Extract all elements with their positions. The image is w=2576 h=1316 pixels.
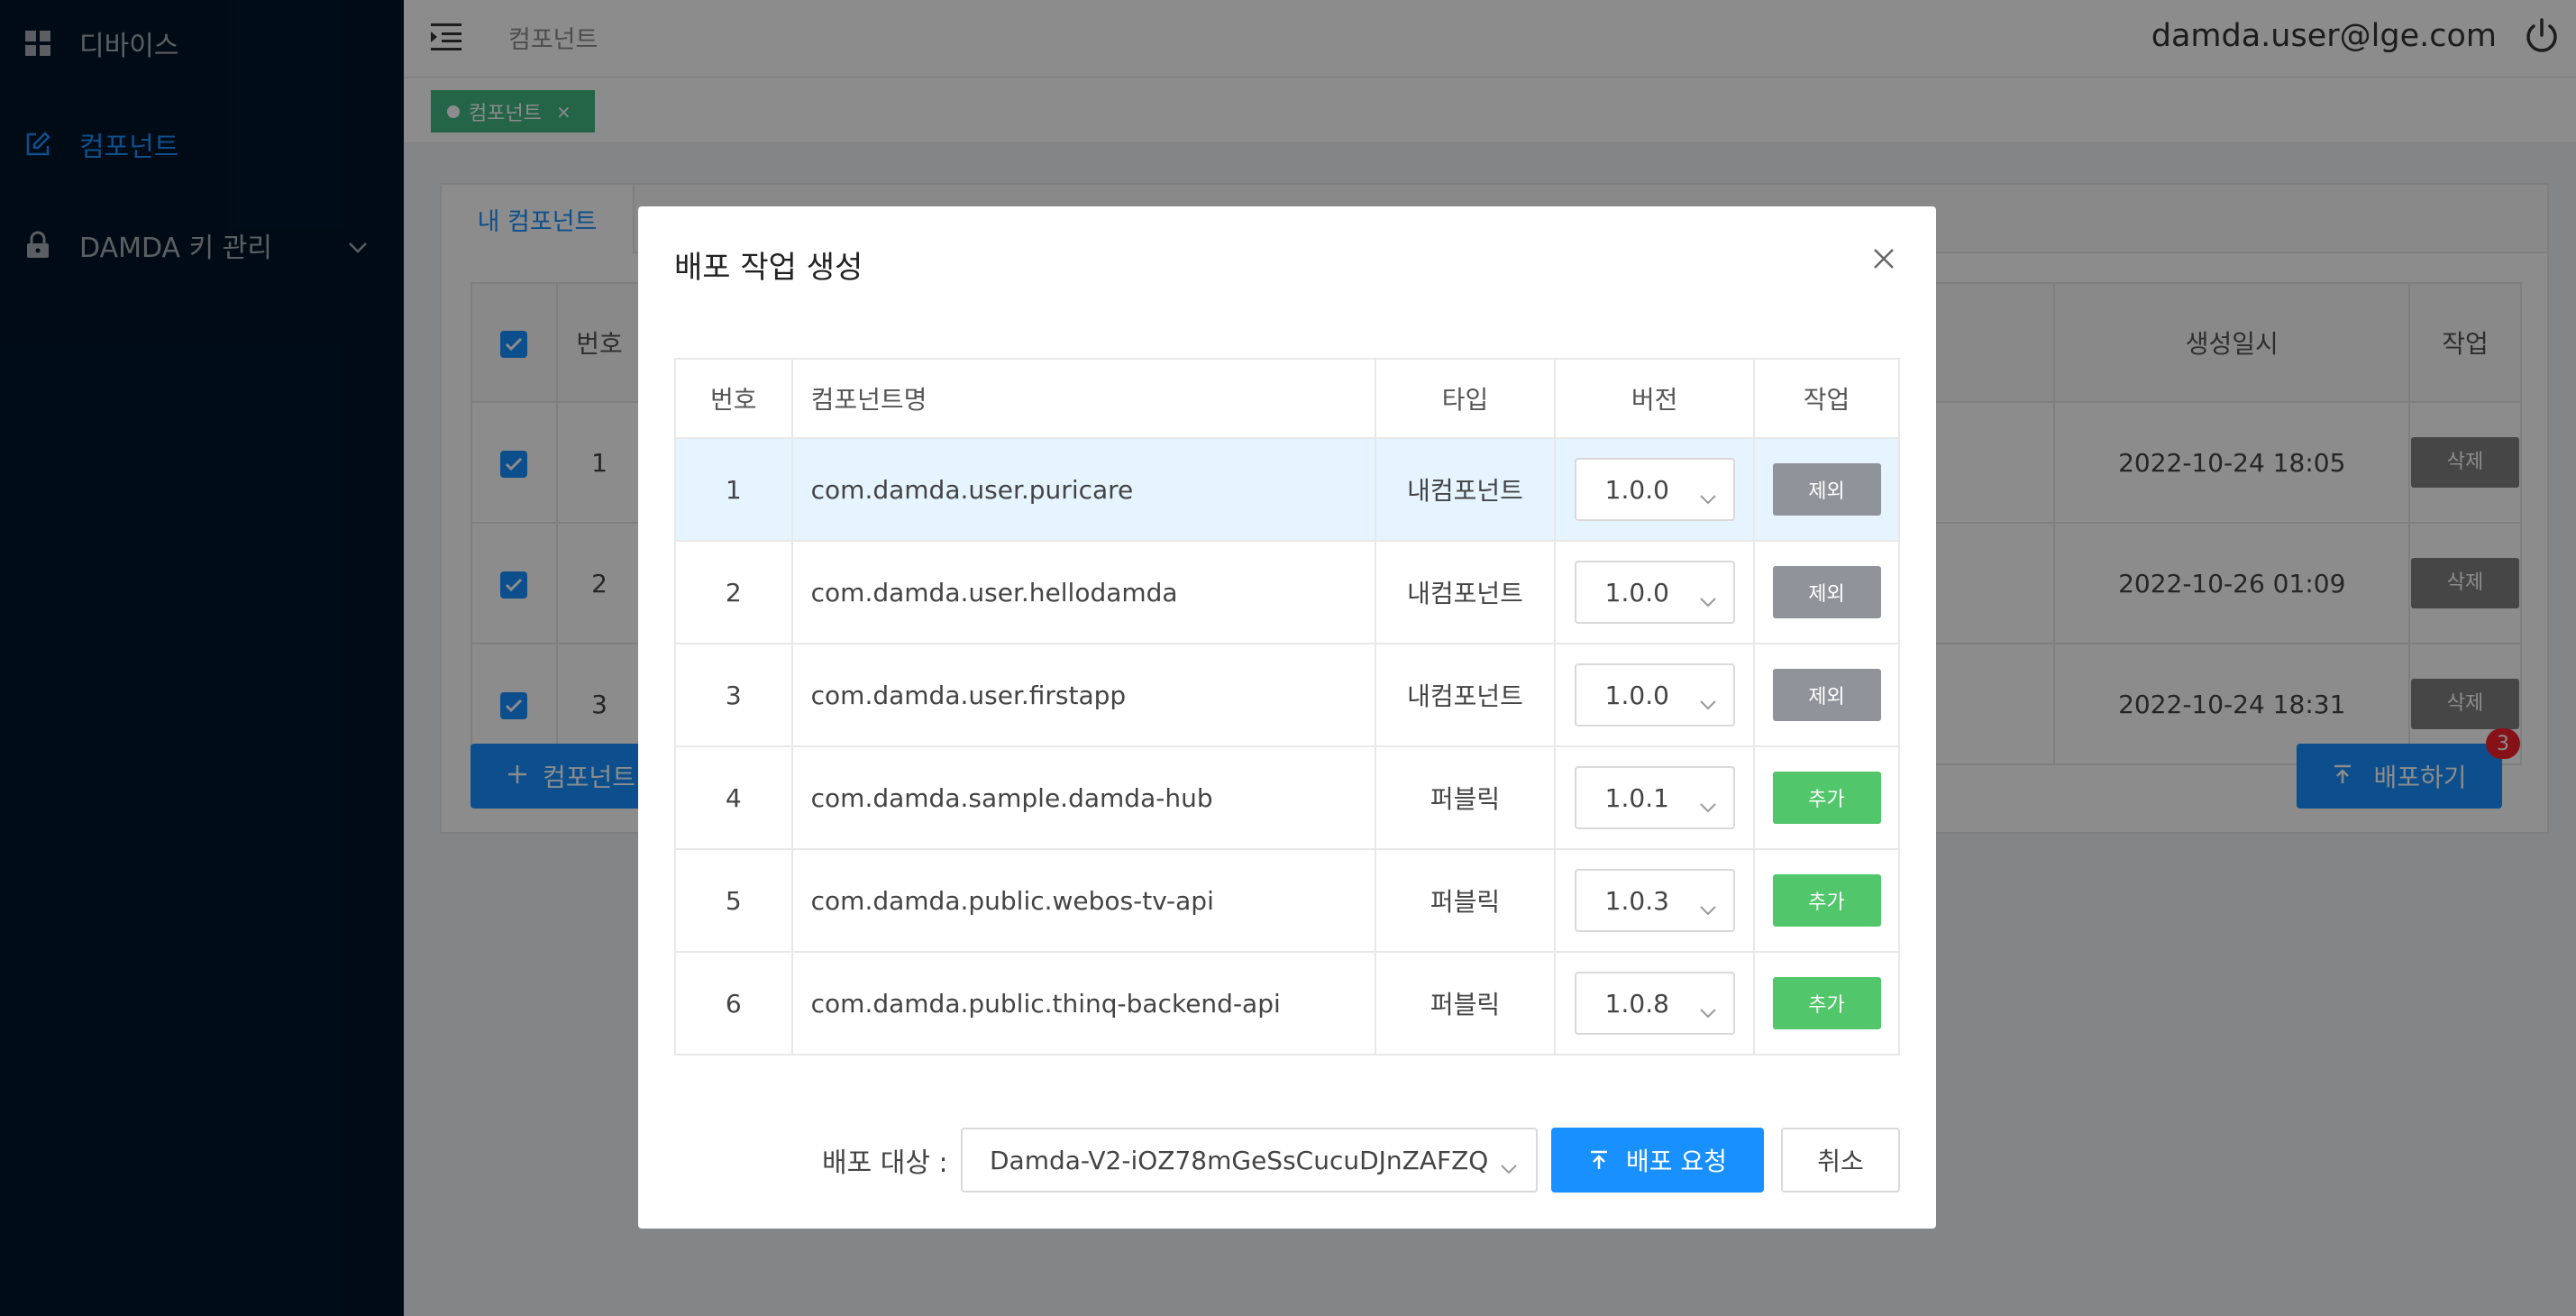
header-version: 버전	[1554, 358, 1756, 439]
cancel-button[interactable]: 취소	[1781, 1128, 1900, 1193]
version-select[interactable]: 1.0.1	[1574, 766, 1735, 829]
version-select[interactable]: 1.0.3	[1574, 869, 1735, 932]
add-button[interactable]: 추가	[1772, 772, 1881, 824]
exclude-button[interactable]: 제외	[1772, 463, 1881, 516]
row-type: 내컴포넌트	[1374, 437, 1557, 542]
action-cell: 추가	[1753, 745, 1900, 850]
add-button[interactable]: 추가	[1772, 977, 1881, 1029]
version-cell: 1.0.0	[1554, 643, 1756, 747]
table-row: 2 com.damda.user.hellodamda 내컴포넌트 1.0.0 …	[674, 540, 1900, 644]
header-type: 타입	[1374, 358, 1557, 439]
deploy-request-button[interactable]: 배포 요청	[1551, 1128, 1764, 1193]
row-num: 2	[674, 540, 793, 644]
row-num: 6	[674, 951, 793, 1056]
row-num: 3	[674, 643, 793, 747]
version-select[interactable]: 1.0.0	[1574, 458, 1735, 521]
row-type: 내컴포넌트	[1374, 540, 1557, 644]
table-row: 6 com.damda.public.thinq-backend-api 퍼블릭…	[674, 951, 1900, 1056]
version-cell: 1.0.8	[1554, 951, 1756, 1056]
action-cell: 추가	[1753, 848, 1900, 953]
row-num: 1	[674, 437, 793, 542]
row-name: com.damda.user.firstapp	[790, 643, 1376, 747]
deploy-target-value: Damda-V2-iOZ78mGeSsCucuDJnZAFZQ	[990, 1145, 1489, 1175]
row-type: 퍼블릭	[1374, 745, 1557, 850]
table-row: 4 com.damda.sample.damda-hub 퍼블릭 1.0.1 추…	[674, 745, 1900, 850]
row-name: com.damda.user.hellodamda	[790, 540, 1376, 644]
table-row: 5 com.damda.public.webos-tv-api 퍼블릭 1.0.…	[674, 848, 1900, 953]
action-cell: 제외	[1753, 437, 1900, 542]
upload-icon	[1591, 1150, 1608, 1169]
version-value: 1.0.0	[1604, 680, 1669, 710]
row-name: com.damda.sample.damda-hub	[790, 745, 1376, 850]
row-type: 내컴포넌트	[1374, 643, 1557, 747]
version-value: 1.0.3	[1604, 885, 1669, 916]
chevron-down-icon	[1699, 687, 1717, 717]
chevron-down-icon	[1699, 995, 1717, 1025]
header-name: 컴포넌트명	[790, 358, 1376, 439]
table-row: 3 com.damda.user.firstapp 내컴포넌트 1.0.0 제외	[674, 643, 1900, 747]
row-type: 퍼블릭	[1374, 848, 1557, 953]
action-cell: 제외	[1753, 540, 1900, 644]
version-value: 1.0.0	[1604, 577, 1669, 608]
deploy-target-select[interactable]: Damda-V2-iOZ78mGeSsCucuDJnZAFZQ	[961, 1128, 1538, 1193]
version-cell: 1.0.1	[1554, 745, 1756, 850]
exclude-button[interactable]: 제외	[1772, 669, 1881, 721]
version-select[interactable]: 1.0.8	[1574, 972, 1735, 1035]
row-name: com.damda.user.puricare	[790, 437, 1376, 542]
chevron-down-icon	[1699, 892, 1717, 922]
version-cell: 1.0.0	[1554, 437, 1756, 542]
deploy-components-table: 번호 컴포넌트명 타입 버전 작업 1 com.damda.user.puric…	[674, 358, 1900, 1056]
deploy-request-label: 배포 요청	[1626, 1147, 1727, 1176]
version-value: 1.0.1	[1604, 782, 1669, 813]
row-num: 4	[674, 745, 793, 850]
row-name: com.damda.public.webos-tv-api	[790, 848, 1376, 953]
add-button[interactable]: 추가	[1772, 874, 1881, 927]
version-select[interactable]: 1.0.0	[1574, 663, 1735, 727]
row-num: 5	[674, 848, 793, 953]
modal-title: 배포 작업 생성	[674, 250, 863, 286]
chevron-down-icon	[1699, 584, 1717, 614]
version-cell: 1.0.0	[1554, 540, 1756, 644]
chevron-down-icon	[1500, 1151, 1518, 1181]
table-row: 1 com.damda.user.puricare 내컴포넌트 1.0.0 제외	[674, 437, 1900, 542]
action-cell: 제외	[1753, 643, 1900, 747]
deploy-task-modal: 배포 작업 생성 번호 컴포넌트명 타입 버전 작업 1 com.damda.u…	[638, 206, 1936, 1229]
action-cell: 추가	[1753, 951, 1900, 1056]
header-num: 번호	[674, 358, 793, 439]
chevron-down-icon	[1699, 790, 1717, 819]
version-cell: 1.0.3	[1554, 848, 1756, 953]
chevron-down-icon	[1699, 481, 1717, 511]
version-select[interactable]: 1.0.0	[1574, 561, 1735, 624]
deploy-target-label: 배포 대상 :	[822, 1147, 948, 1179]
version-value: 1.0.8	[1604, 988, 1669, 1019]
version-value: 1.0.0	[1604, 474, 1669, 505]
row-name: com.damda.public.thinq-backend-api	[790, 951, 1376, 1056]
exclude-button[interactable]: 제외	[1772, 566, 1881, 618]
header-action: 작업	[1753, 358, 1900, 439]
row-type: 퍼블릭	[1374, 951, 1557, 1056]
close-icon[interactable]	[1868, 242, 1900, 275]
